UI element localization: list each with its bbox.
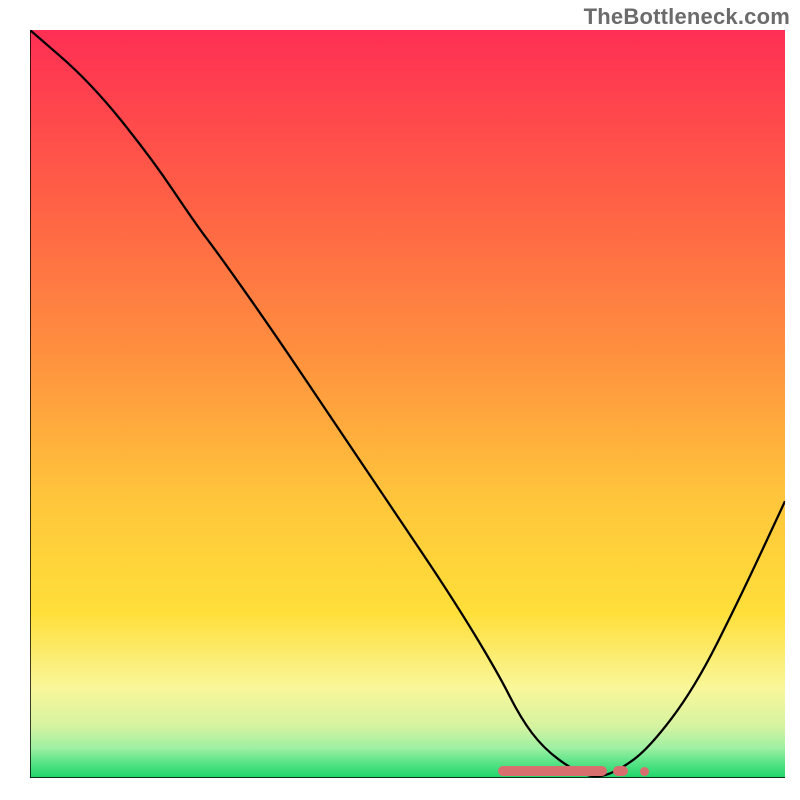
marker-dash	[498, 766, 607, 776]
watermark-text: TheBottleneck.com	[584, 4, 790, 30]
curve-layer	[30, 30, 785, 778]
marker-dot	[640, 767, 649, 776]
optimal-range-marker	[498, 766, 649, 776]
marker-dash-short	[613, 766, 628, 776]
chart-area	[30, 30, 785, 778]
bottleneck-curve	[30, 30, 785, 776]
plot-container: TheBottleneck.com	[0, 0, 800, 800]
